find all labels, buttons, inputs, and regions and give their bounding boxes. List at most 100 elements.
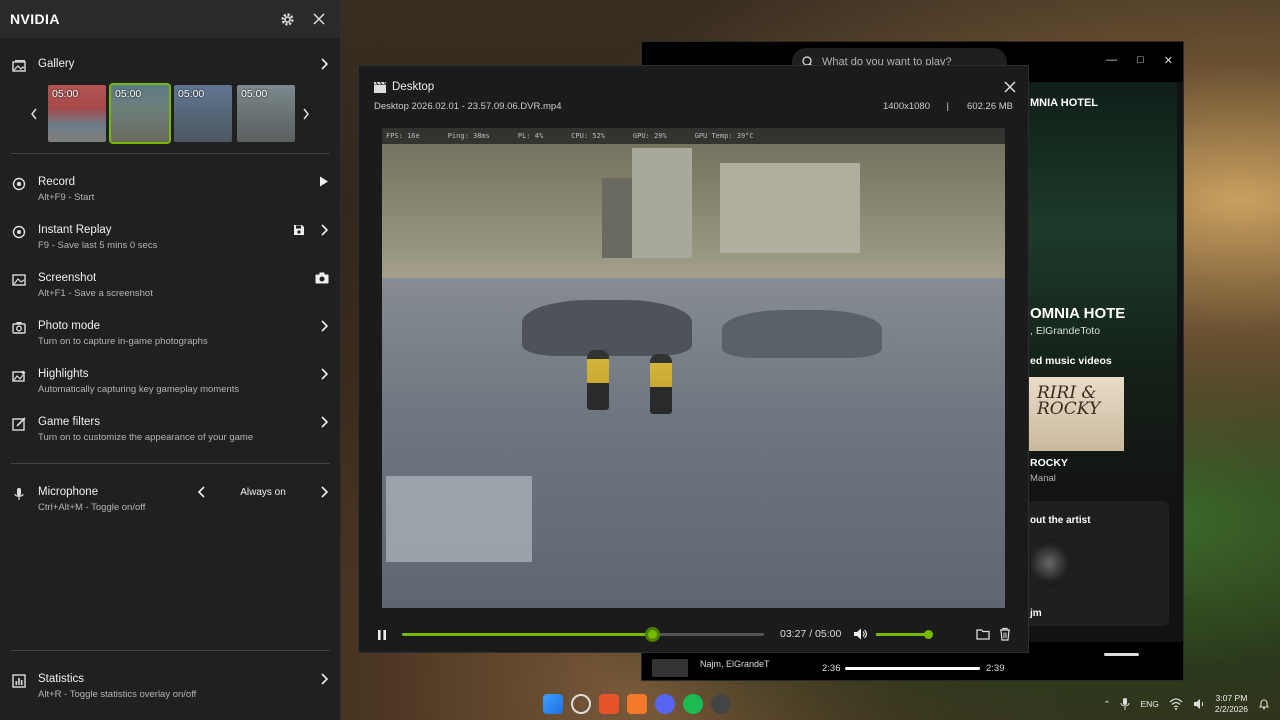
discord-icon[interactable] xyxy=(655,694,675,714)
game-filters-icon xyxy=(12,417,26,431)
folder-icon[interactable] xyxy=(976,627,990,641)
save-icon[interactable] xyxy=(293,224,305,236)
video-clip-icon xyxy=(374,82,386,93)
seek-bar-handle[interactable] xyxy=(644,627,660,642)
gallery-thumbnail[interactable]: 05:00 xyxy=(48,85,106,142)
screenshot-row[interactable]: Screenshot Alt+F1 - Save a screenshot xyxy=(0,271,341,300)
record-label: Record xyxy=(38,176,76,188)
microphone-prev-icon[interactable] xyxy=(197,486,207,498)
tray-overflow-icon[interactable]: ⌃ xyxy=(1103,699,1110,710)
statistics-label: Statistics xyxy=(38,673,85,685)
related-videos-label: ed music videos xyxy=(1030,355,1112,367)
pause-icon[interactable] xyxy=(377,630,387,640)
divider xyxy=(11,153,330,154)
photo-mode-description: Turn on to capture in-game photographs xyxy=(38,336,208,347)
thumbs-next-icon[interactable] xyxy=(302,108,310,120)
minimize-icon[interactable]: — xyxy=(1106,54,1117,67)
delete-icon[interactable] xyxy=(999,627,1011,641)
play-icon[interactable] xyxy=(319,176,329,187)
game-filters-label: Game filters xyxy=(38,416,100,428)
microphone-row[interactable]: Microphone Ctrl+Alt+M - Toggle on/off Alw… xyxy=(0,485,341,514)
hud-gpu-temp: GPU Temp: 39°C xyxy=(694,132,754,140)
scene-building xyxy=(632,148,692,258)
spotify-icon[interactable] xyxy=(683,694,703,714)
artist-avatar[interactable] xyxy=(1030,539,1068,587)
record-row[interactable]: Record Alt+F9 - Start xyxy=(0,175,341,204)
photo-mode-row[interactable]: Photo mode Turn on to capture in-game pho… xyxy=(0,319,341,348)
highlights-description: Automatically capturing key gameplay mom… xyxy=(38,384,240,395)
nvidia-header: NVIDIA xyxy=(0,0,340,38)
player-close-icon[interactable] xyxy=(1002,79,1018,95)
close-icon[interactable]: ✕ xyxy=(1164,54,1173,67)
track-artists: , ElGrandeToto xyxy=(1030,325,1101,337)
microphone-label: Microphone xyxy=(38,486,99,498)
thumbs-prev-icon[interactable] xyxy=(30,108,38,120)
music-progress-bar[interactable] xyxy=(845,667,980,670)
chevron-right-icon xyxy=(321,673,329,685)
panel-close-icon[interactable] xyxy=(308,8,330,30)
now-playing-artist[interactable]: Najm, ElGrandeT xyxy=(700,659,770,669)
thumbnail-duration: 05:00 xyxy=(115,88,142,100)
volume-icon[interactable] xyxy=(853,627,867,641)
game-filters-description: Turn on to customize the appearance of y… xyxy=(38,432,254,443)
screenshot-icon xyxy=(12,274,26,286)
gallery-icon xyxy=(12,60,26,72)
hud-fps: FPS: 16e xyxy=(386,132,420,140)
thumbnail-duration: 05:00 xyxy=(241,88,268,100)
about-artist-label: out the artist xyxy=(1030,515,1091,526)
taskbar-clock[interactable]: 3:07 PM 2/2/2026 xyxy=(1215,693,1248,715)
volume-slider[interactable] xyxy=(876,630,933,639)
volume-handle[interactable] xyxy=(924,630,933,639)
chevron-right-icon xyxy=(321,416,329,428)
brave-browser-icon[interactable] xyxy=(599,694,619,714)
speaker-icon[interactable] xyxy=(1193,698,1205,710)
search-taskbar-icon[interactable] xyxy=(571,694,591,714)
related-track-artist[interactable]: Manal xyxy=(1030,473,1056,484)
scene-car xyxy=(522,300,692,356)
music-volume-slider[interactable] xyxy=(1104,653,1139,656)
settings-gear-icon[interactable] xyxy=(276,8,298,30)
statistics-icon xyxy=(12,674,26,688)
related-video-cover[interactable]: RIRI & ROCKY xyxy=(1029,377,1124,451)
performance-hud: FPS: 16e Ping: 38ms PL: 4% CPU: 52% GPU:… xyxy=(382,128,1005,144)
gallery-label: Gallery xyxy=(38,58,75,70)
gallery-row[interactable]: Gallery xyxy=(0,57,341,73)
microphone-next-icon[interactable] xyxy=(319,486,329,498)
app-launcher-icon[interactable] xyxy=(627,694,647,714)
player-title: Desktop xyxy=(392,81,435,93)
camera-icon[interactable] xyxy=(315,272,329,284)
microphone-icon xyxy=(14,488,24,500)
wifi-icon[interactable] xyxy=(1169,698,1183,710)
video-frame[interactable]: FPS: 16e Ping: 38ms PL: 4% CPU: 52% GPU:… xyxy=(382,128,1005,608)
maximize-icon[interactable]: □ xyxy=(1137,54,1144,67)
thumbnail-duration: 05:00 xyxy=(52,88,79,100)
scene-building xyxy=(602,178,632,258)
scene-car xyxy=(722,310,882,358)
record-shortcut: Alt+F9 - Start xyxy=(38,192,95,203)
related-track-title[interactable]: ROCKY xyxy=(1030,457,1068,469)
playlist-title: MNIA HOTEL xyxy=(1030,97,1099,109)
gallery-thumbnail[interactable]: 05:00 xyxy=(174,85,232,142)
video-file-size: 602.26 MB xyxy=(967,101,1013,112)
highlights-row[interactable]: Highlights Automatically capturing key ga… xyxy=(0,367,341,396)
game-filters-row[interactable]: Game filters Turn on to customize the app… xyxy=(0,415,341,444)
instant-replay-icon xyxy=(12,225,26,239)
playback-controls: 03:27 / 05:00 xyxy=(359,621,1028,649)
chevron-right-icon xyxy=(321,320,329,332)
artist-name: jm xyxy=(1030,608,1042,619)
gallery-thumbnail[interactable]: 05:00 xyxy=(237,85,295,142)
video-resolution: 1400x1080 xyxy=(882,101,930,112)
tray-microphone-icon[interactable] xyxy=(1120,698,1130,710)
seek-bar[interactable] xyxy=(402,627,764,642)
taskbar: ⌃ ENG 3:07 PM 2/2/2026 xyxy=(0,688,1280,720)
language-indicator[interactable]: ENG xyxy=(1140,699,1158,709)
now-playing-cover[interactable] xyxy=(652,659,688,677)
steam-icon[interactable] xyxy=(711,694,731,714)
gallery-thumbnail-selected[interactable]: 05:00 xyxy=(109,83,171,144)
windows-start-icon[interactable] xyxy=(543,694,563,714)
highlights-label: Highlights xyxy=(38,368,89,380)
taskbar-apps xyxy=(543,694,731,714)
notification-icon[interactable] xyxy=(1258,698,1270,710)
metadata-separator: | xyxy=(946,101,949,112)
instant-replay-row[interactable]: Instant Replay F9 - Save last 5 mins 0 se… xyxy=(0,223,341,252)
